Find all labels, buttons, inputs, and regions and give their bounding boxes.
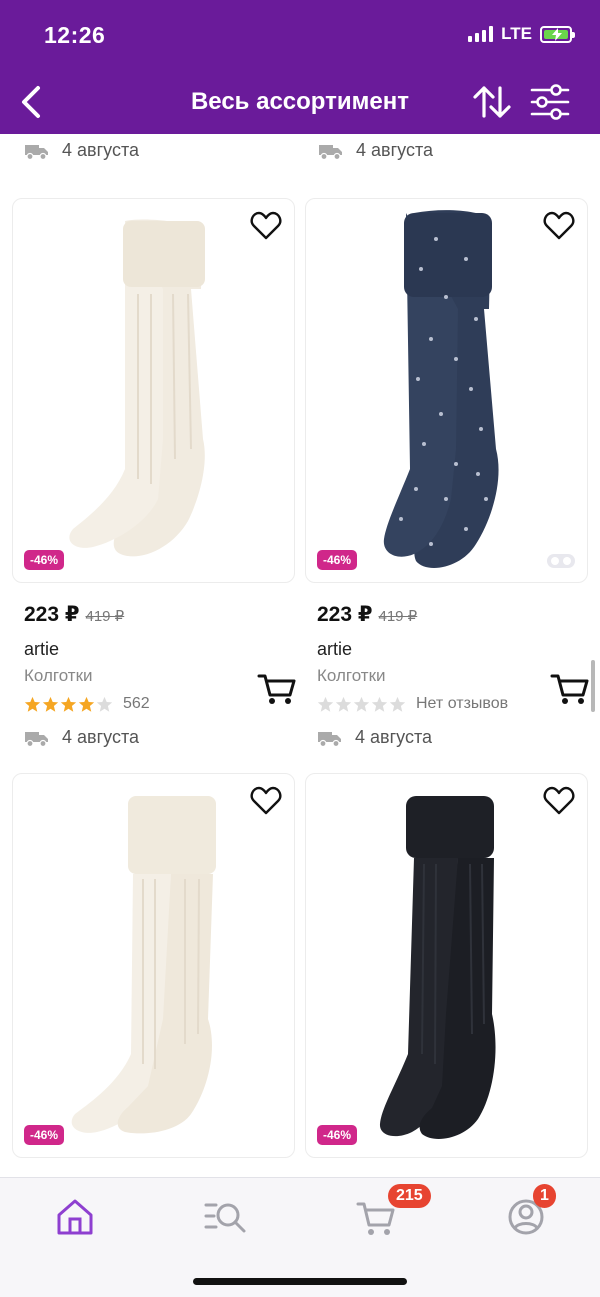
add-to-cart-icon[interactable] <box>257 672 297 706</box>
brand-name: artie <box>317 639 353 659</box>
product-image <box>383 210 499 568</box>
truck-icon <box>318 731 341 747</box>
star-empty-icon <box>389 696 406 712</box>
old-price: 419 ₽ <box>378 608 418 625</box>
favorite-heart-icon[interactable] <box>543 786 575 816</box>
favorite-heart-icon[interactable] <box>250 786 282 816</box>
status-time: 12:26 <box>44 22 106 48</box>
scrollbar-thumb[interactable] <box>591 660 595 712</box>
star-empty-icon <box>335 696 352 712</box>
product-image <box>71 796 216 1134</box>
delivery-info: 4 августа <box>24 727 307 748</box>
status-icons: LTE <box>468 24 575 44</box>
star-empty-icon <box>317 696 334 712</box>
favorite-heart-icon[interactable] <box>543 211 575 241</box>
truck-icon <box>25 731 48 747</box>
discount-badge: -46% <box>317 550 358 570</box>
star-empty-icon <box>96 696 113 712</box>
review-count: Нет отзывов <box>416 695 509 712</box>
delivery-info: 4 августа <box>317 727 600 748</box>
star-filled-icon <box>60 696 77 712</box>
old-price: 419 ₽ <box>85 608 125 625</box>
truck-icon <box>25 144 48 160</box>
star-empty-icon <box>353 696 370 712</box>
product-card[interactable]: -46% <box>305 773 588 1158</box>
delivery-info: 4 августа <box>24 140 139 161</box>
catalog-search-icon <box>204 1203 246 1233</box>
truck-icon <box>319 144 342 160</box>
delivery-info: 4 августа <box>318 140 433 161</box>
sort-arrows-icon <box>473 86 511 118</box>
rating-stars <box>317 696 406 713</box>
product-info: 223 ₽ 419 ₽ artie Колготки Нет отзывов 4… <box>317 602 600 748</box>
image-pager-dots[interactable] <box>547 554 575 568</box>
discount-badge: -46% <box>24 550 65 570</box>
profile-notification-badge: 1 <box>533 1184 556 1208</box>
product-image <box>379 796 496 1139</box>
price: 223 ₽ <box>24 603 80 626</box>
nav-catalog-search[interactable] <box>198 1195 254 1239</box>
review-count: 562 <box>123 695 150 712</box>
battery-icon <box>540 25 575 43</box>
price: 223 ₽ <box>317 603 373 626</box>
signal-icon <box>468 26 494 42</box>
delivery-date: 4 августа <box>356 140 434 160</box>
top-app-bar: 12:26 LTE Весь ассортимент <box>0 0 600 134</box>
product-info: 223 ₽ 419 ₽ artie Колготки 562 4 августа <box>24 602 307 748</box>
nav-home[interactable] <box>47 1195 103 1239</box>
home-icon <box>57 1199 93 1235</box>
network-label: LTE <box>501 24 532 43</box>
sort-button[interactable] <box>470 82 514 122</box>
filter-sliders-icon <box>530 84 570 120</box>
star-filled-icon <box>24 696 41 712</box>
delivery-date: 4 августа <box>355 727 433 747</box>
brand-name: artie <box>24 639 60 659</box>
product-card[interactable]: -46% <box>305 198 588 583</box>
cart-count-badge: 215 <box>388 1184 431 1208</box>
product-image <box>69 219 205 557</box>
discount-badge: -46% <box>317 1125 358 1145</box>
home-indicator <box>193 1278 407 1285</box>
star-empty-icon <box>371 696 388 712</box>
star-filled-icon <box>42 696 59 712</box>
product-card[interactable]: -46% <box>12 773 295 1158</box>
rating-stars <box>24 696 113 713</box>
delivery-date: 4 августа <box>62 140 140 160</box>
favorite-heart-icon[interactable] <box>250 211 282 241</box>
star-filled-icon <box>78 696 95 712</box>
delivery-date: 4 августа <box>62 727 140 747</box>
filter-button[interactable] <box>528 82 572 122</box>
discount-badge: -46% <box>24 1125 65 1145</box>
add-to-cart-icon[interactable] <box>550 672 590 706</box>
product-card[interactable]: -46% <box>12 198 295 583</box>
